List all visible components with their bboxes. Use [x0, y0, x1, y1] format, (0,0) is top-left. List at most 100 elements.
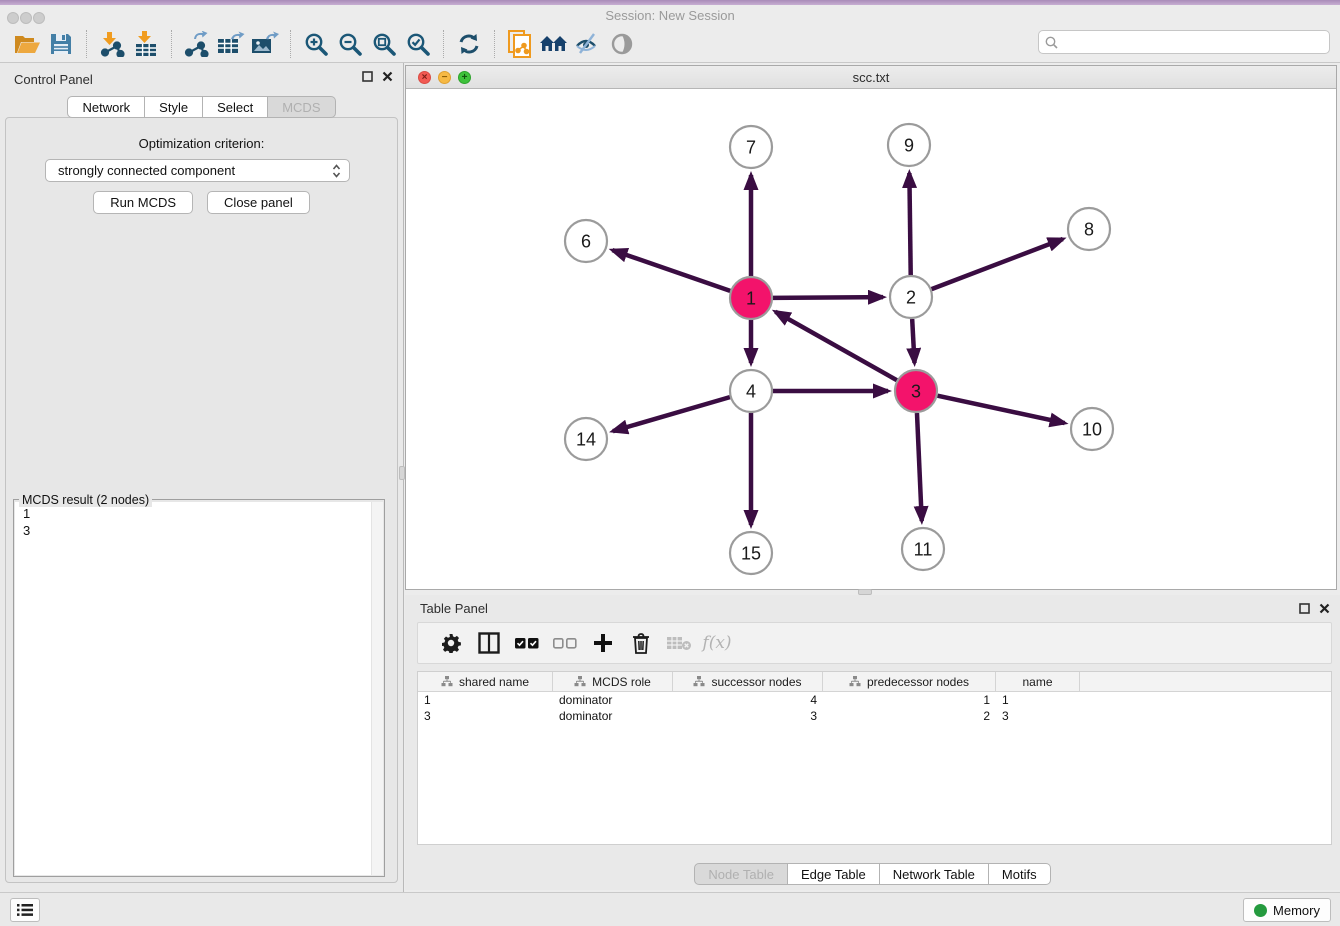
- column-header-predecessor-nodes[interactable]: predecessor nodes: [823, 672, 996, 691]
- cell-predecessor-nodes[interactable]: 2: [823, 709, 996, 723]
- hide-graphics-details-icon[interactable]: [571, 29, 605, 59]
- export-table-icon[interactable]: [214, 29, 248, 59]
- table-toolbar: f(x): [417, 622, 1332, 664]
- cell-name[interactable]: 3: [996, 709, 1080, 723]
- show-panels-button[interactable]: [10, 898, 40, 922]
- add-icon[interactable]: [584, 628, 622, 658]
- graph-node-14[interactable]: 14: [565, 418, 607, 460]
- close-panel-icon[interactable]: [382, 71, 393, 82]
- export-network-icon[interactable]: [180, 29, 214, 59]
- cell-successor-nodes[interactable]: 4: [673, 693, 823, 707]
- zoom-out-icon[interactable]: [333, 29, 367, 59]
- zoom-selected-icon[interactable]: [401, 29, 435, 59]
- export-image-icon[interactable]: [248, 29, 282, 59]
- cell-mcds-role[interactable]: dominator: [553, 693, 673, 707]
- save-icon[interactable]: [44, 29, 78, 59]
- graph-node-8[interactable]: 8: [1068, 208, 1110, 250]
- edge-2-9[interactable]: [909, 173, 910, 275]
- node-label: 2: [906, 287, 916, 307]
- node-label: 11: [914, 539, 933, 559]
- search-field[interactable]: [1038, 30, 1330, 54]
- float-table-panel-icon[interactable]: [1299, 603, 1310, 614]
- search-input[interactable]: [1063, 35, 1323, 49]
- column-header-name[interactable]: name: [996, 672, 1080, 691]
- zoom-fit-icon[interactable]: [367, 29, 401, 59]
- edge-3-10[interactable]: [938, 396, 1065, 423]
- result-scrollbar[interactable]: [371, 502, 383, 875]
- edge-2-3[interactable]: [912, 319, 914, 363]
- tab-style[interactable]: Style: [145, 96, 203, 118]
- cell-name[interactable]: 1: [996, 693, 1080, 707]
- run-mcds-button[interactable]: Run MCDS: [93, 191, 193, 214]
- tab-node-table[interactable]: Node Table: [694, 863, 788, 885]
- close-table-panel-icon[interactable]: [1319, 603, 1330, 614]
- toolbar-separator: [494, 30, 495, 58]
- graph-node-4[interactable]: 4: [730, 370, 772, 412]
- close-panel-button[interactable]: Close panel: [207, 191, 310, 214]
- show-graphics-details-icon[interactable]: [605, 29, 639, 59]
- cell-predecessor-nodes[interactable]: 1: [823, 693, 996, 707]
- home-network-icon[interactable]: [537, 29, 571, 59]
- tab-select[interactable]: Select: [203, 96, 268, 118]
- edge-4-14[interactable]: [613, 397, 730, 431]
- tab-edge-table[interactable]: Edge Table: [788, 863, 880, 885]
- tab-network-table[interactable]: Network Table: [880, 863, 989, 885]
- node-label: 6: [581, 231, 591, 251]
- gear-icon[interactable]: [432, 628, 470, 658]
- graph-node-6[interactable]: 6: [565, 220, 607, 262]
- delete-table-icon[interactable]: [660, 628, 698, 658]
- control-panel-title: Control Panel: [14, 72, 93, 87]
- graph-node-11[interactable]: 11: [902, 528, 944, 570]
- trash-icon[interactable]: [622, 628, 660, 658]
- optimization-criterion-label: Optimization criterion:: [6, 136, 397, 151]
- toolbar-separator: [171, 30, 172, 58]
- tab-motifs[interactable]: Motifs: [989, 863, 1051, 885]
- import-network-icon[interactable]: [95, 29, 129, 59]
- open-folder-icon[interactable]: [10, 29, 44, 59]
- column-header-successor-nodes[interactable]: successor nodes: [673, 672, 823, 691]
- cell-shared-name[interactable]: 3: [418, 709, 553, 723]
- column-type-icon: [441, 676, 453, 687]
- zoom-in-icon[interactable]: [299, 29, 333, 59]
- select-all-checkboxes-icon[interactable]: [508, 628, 546, 658]
- network-document-icon[interactable]: [503, 29, 537, 59]
- edge-3-1[interactable]: [775, 312, 896, 380]
- cell-mcds-role[interactable]: dominator: [553, 709, 673, 723]
- edge-1-2[interactable]: [773, 297, 883, 298]
- refresh-layout-icon[interactable]: [452, 29, 486, 59]
- graph-node-10[interactable]: 10: [1071, 408, 1113, 450]
- table-row[interactable]: 1 dominator 4 1 1: [418, 692, 1331, 708]
- float-panel-icon[interactable]: [362, 71, 373, 82]
- node-label: 9: [904, 135, 914, 155]
- graph-node-2[interactable]: 2: [890, 276, 932, 318]
- tab-mcds[interactable]: MCDS: [268, 96, 335, 118]
- cell-successor-nodes[interactable]: 3: [673, 709, 823, 723]
- edge-3-11[interactable]: [917, 413, 922, 521]
- table-panel: Table Panel: [405, 595, 1340, 890]
- graph-node-3[interactable]: 3: [895, 370, 937, 412]
- edge-1-6[interactable]: [612, 250, 730, 291]
- memory-button[interactable]: Memory: [1243, 898, 1331, 922]
- tab-network[interactable]: Network: [67, 96, 145, 118]
- vertical-splitter-grip[interactable]: [399, 466, 405, 480]
- cell-shared-name[interactable]: 1: [418, 693, 553, 707]
- node-label: 1: [746, 288, 756, 308]
- network-canvas[interactable]: 7 9 6 8 1 2 4 3 14 10 15 11: [406, 89, 1336, 589]
- graph-node-9[interactable]: 9: [888, 124, 930, 166]
- column-header-mcds-role[interactable]: MCDS role: [553, 672, 673, 691]
- table-row[interactable]: 3 dominator 3 2 3: [418, 708, 1331, 724]
- function-fx-icon[interactable]: f(x): [698, 628, 736, 658]
- optimization-criterion-select[interactable]: strongly connected component: [45, 159, 350, 182]
- split-columns-icon[interactable]: [470, 628, 508, 658]
- column-header-shared-name[interactable]: shared name: [418, 672, 553, 691]
- dropdown-stepper-icon: [332, 163, 341, 179]
- edge-2-8[interactable]: [932, 239, 1063, 289]
- node-label: 10: [1082, 419, 1102, 439]
- import-table-icon[interactable]: [129, 29, 163, 59]
- graph-node-1[interactable]: 1: [730, 277, 772, 319]
- node-label: 15: [741, 543, 761, 563]
- mcds-result-area[interactable]: 1 3: [15, 502, 383, 875]
- graph-node-7[interactable]: 7: [730, 126, 772, 168]
- clear-checkboxes-icon[interactable]: [546, 628, 584, 658]
- graph-node-15[interactable]: 15: [730, 532, 772, 574]
